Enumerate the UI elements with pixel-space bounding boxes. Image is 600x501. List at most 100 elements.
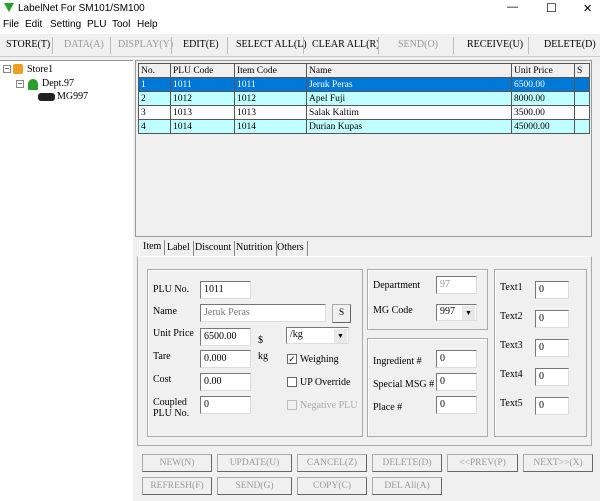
- unit-price-input[interactable]: 6500.00: [200, 328, 251, 346]
- update-button[interactable]: UPDATE(U): [217, 454, 292, 472]
- cell: [574, 119, 590, 134]
- menu-help[interactable]: Help: [137, 19, 158, 30]
- tab-nutrition[interactable]: Nutrition: [233, 241, 277, 256]
- cell: 3500.00: [511, 105, 575, 120]
- tab-others[interactable]: Others: [274, 241, 308, 256]
- table-row[interactable]: 4 1014 1014 Durian Kupas 45000.00: [138, 119, 590, 134]
- tare-unit-label: kg: [258, 351, 268, 362]
- prev-button[interactable]: <<PREV(P): [447, 454, 518, 472]
- delete-button[interactable]: DELETE(D): [544, 39, 596, 50]
- app-icon: [4, 3, 14, 12]
- ingredient-input[interactable]: 0: [436, 350, 477, 368]
- cell: 1014: [170, 119, 235, 134]
- delete-all-button[interactable]: DEL All(A): [372, 477, 442, 495]
- table-row[interactable]: 2 1012 1012 Apel Fuji 8000.00: [138, 91, 590, 106]
- weighing-checkbox[interactable]: ✓: [287, 354, 297, 364]
- menu-bar: File Edit Setting PLU Tool Help: [0, 17, 600, 34]
- cell: 1012: [170, 91, 235, 106]
- cell: [574, 77, 590, 92]
- tree-item-dept[interactable]: Dept.97: [42, 78, 74, 89]
- menu-setting[interactable]: Setting: [50, 19, 81, 30]
- ingredient-label: Ingredient #: [373, 356, 422, 367]
- menu-plu[interactable]: PLU: [87, 19, 106, 30]
- text1-input[interactable]: 0: [535, 281, 569, 299]
- minimize-button[interactable]: —: [507, 1, 518, 13]
- cancel-button[interactable]: CANCEL(Z): [297, 454, 367, 472]
- cost-input[interactable]: 0.00: [200, 373, 251, 391]
- negative-plu-label: Negative PLU: [300, 400, 358, 411]
- text3-input[interactable]: 0: [535, 339, 569, 357]
- text2-label: Text2: [500, 311, 523, 322]
- special-msg-input[interactable]: 0: [436, 373, 477, 391]
- text5-input[interactable]: 0: [535, 397, 569, 415]
- table-header: No. PLU Code Item Code Name Unit Price S: [138, 63, 590, 78]
- next-button[interactable]: NEXT>>(X): [523, 454, 593, 472]
- col-s[interactable]: S: [574, 63, 590, 78]
- cell: Jeruk Peras: [306, 77, 512, 92]
- name-input[interactable]: Jeruk Peras: [200, 304, 326, 322]
- plu-no-input[interactable]: 1011: [200, 281, 251, 299]
- collapse-icon[interactable]: −: [3, 65, 11, 73]
- name-label: Name: [153, 306, 177, 317]
- text5-label: Text5: [500, 398, 523, 409]
- menu-tool[interactable]: Tool: [112, 19, 130, 30]
- receive-button[interactable]: RECEIVE(U): [467, 39, 523, 50]
- edit-button[interactable]: EDIT(E): [183, 39, 219, 50]
- special-char-button[interactable]: S: [332, 304, 351, 323]
- coupled-plu-input[interactable]: 0: [200, 396, 251, 414]
- tab-item[interactable]: Item: [139, 240, 166, 255]
- tab-label[interactable]: Label: [164, 241, 194, 256]
- cell: 2: [138, 91, 171, 106]
- maximize-button[interactable]: ☐: [546, 1, 557, 15]
- cell: 1012: [234, 91, 307, 106]
- place-input[interactable]: 0: [436, 396, 477, 414]
- tare-input[interactable]: 0.000: [200, 350, 251, 368]
- collapse-icon[interactable]: −: [16, 80, 24, 88]
- delete-record-button[interactable]: DELETE(D): [372, 454, 442, 472]
- refresh-button[interactable]: REFRESH(F): [142, 477, 212, 495]
- col-plu-code[interactable]: PLU Code: [170, 63, 235, 78]
- display-button[interactable]: DISPLAY(Y): [118, 39, 173, 50]
- send-record-button[interactable]: SEND(G): [217, 477, 292, 495]
- unit-select[interactable]: /kg ▼: [286, 327, 349, 344]
- mg-code-label: MG Code: [373, 305, 413, 316]
- table-row[interactable]: 1 1011 1011 Jeruk Peras 6500.00: [138, 77, 590, 92]
- store-button[interactable]: STORE(T): [6, 39, 50, 50]
- negative-plu-checkbox[interactable]: [287, 400, 297, 410]
- cell: 1: [138, 77, 171, 92]
- text4-input[interactable]: 0: [535, 368, 569, 386]
- cell: 1013: [234, 105, 307, 120]
- cell: 1013: [170, 105, 235, 120]
- up-override-checkbox[interactable]: [287, 377, 297, 387]
- select-all-button[interactable]: SELECT ALL(L): [236, 39, 307, 50]
- cell: [574, 105, 590, 120]
- tree-item-mg[interactable]: MG997: [57, 91, 88, 102]
- send-button[interactable]: SEND(O): [398, 39, 438, 50]
- col-unit-price[interactable]: Unit Price: [511, 63, 575, 78]
- menu-edit[interactable]: Edit: [25, 19, 42, 30]
- data-button[interactable]: DATA(A): [64, 39, 104, 50]
- chevron-down-icon: ▼: [462, 306, 475, 320]
- department-label: Department: [373, 280, 421, 291]
- tree-item-store[interactable]: Store1: [27, 64, 53, 75]
- col-item-code[interactable]: Item Code: [234, 63, 307, 78]
- new-button[interactable]: NEW(N): [142, 454, 212, 472]
- coupled-label: Coupled: [153, 397, 187, 408]
- group-icon: [38, 93, 55, 101]
- clear-all-button[interactable]: CLEAR ALL(R): [312, 39, 380, 50]
- special-msg-label: Special MSG #: [373, 379, 435, 390]
- cell: 8000.00: [511, 91, 575, 106]
- tab-discount[interactable]: Discount: [192, 241, 236, 256]
- text2-input[interactable]: 0: [535, 310, 569, 328]
- table-row[interactable]: 3 1013 1013 Salak Kaltim 3500.00: [138, 105, 590, 120]
- cell: 3: [138, 105, 171, 120]
- department-input[interactable]: 97: [436, 276, 477, 294]
- close-button[interactable]: ✕: [583, 2, 592, 15]
- menu-file[interactable]: File: [3, 19, 19, 30]
- cell: Apel Fuji: [306, 91, 512, 106]
- col-no[interactable]: No.: [138, 63, 171, 78]
- copy-button[interactable]: COPY(C): [297, 477, 367, 495]
- coupled-label-2: PLU No.: [153, 408, 190, 419]
- col-name[interactable]: Name: [306, 63, 512, 78]
- mg-code-select[interactable]: 997 ▼: [436, 304, 477, 321]
